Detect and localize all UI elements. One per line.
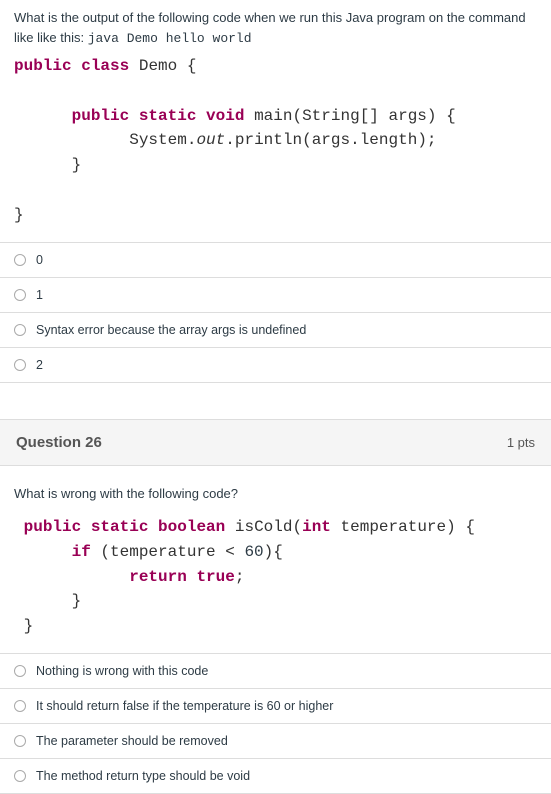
radio-icon[interactable]: [14, 665, 26, 677]
prompt-command: java Demo hello world: [88, 31, 252, 46]
answer-label: Nothing is wrong with this code: [36, 664, 208, 678]
radio-icon[interactable]: [14, 359, 26, 371]
answer-label: 0: [36, 253, 43, 267]
radio-icon[interactable]: [14, 324, 26, 336]
answer-label: The method return type should be void: [36, 769, 250, 783]
question-25-code: public class Demo { public static void m…: [14, 54, 537, 228]
radio-icon[interactable]: [14, 289, 26, 301]
question-26-prompt: What is wrong with the following code?: [14, 474, 537, 510]
question-25-body: What is the output of the following code…: [0, 0, 551, 228]
radio-icon[interactable]: [14, 735, 26, 747]
question-25-prompt: What is the output of the following code…: [14, 8, 537, 48]
question-26-code: public static boolean isCold(int tempera…: [14, 515, 537, 639]
radio-icon[interactable]: [14, 770, 26, 782]
question-25-answers: 0 1 Syntax error because the array args …: [0, 242, 551, 383]
radio-icon[interactable]: [14, 254, 26, 266]
answer-option[interactable]: The method return type should be void: [0, 759, 551, 794]
question-26-body: What is wrong with the following code? p…: [0, 466, 551, 639]
answer-option[interactable]: Syntax error because the array args is u…: [0, 313, 551, 348]
answer-option[interactable]: Nothing is wrong with this code: [0, 654, 551, 689]
question-26-answers: Nothing is wrong with this code It shoul…: [0, 653, 551, 794]
answer-option[interactable]: 1: [0, 278, 551, 313]
answer-label: 2: [36, 358, 43, 372]
answer-option[interactable]: It should return false if the temperatur…: [0, 689, 551, 724]
question-points: 1 pts: [507, 435, 535, 450]
answer-option[interactable]: The parameter should be removed: [0, 724, 551, 759]
answer-label: 1: [36, 288, 43, 302]
question-26-header: Question 26 1 pts: [0, 419, 551, 466]
answer-option[interactable]: 0: [0, 243, 551, 278]
answer-label: Syntax error because the array args is u…: [36, 323, 306, 337]
answer-label: The parameter should be removed: [36, 734, 228, 748]
question-gap: [0, 383, 551, 419]
answer-option[interactable]: 2: [0, 348, 551, 383]
question-title: Question 26: [16, 434, 102, 451]
answer-label: It should return false if the temperatur…: [36, 699, 333, 713]
radio-icon[interactable]: [14, 700, 26, 712]
